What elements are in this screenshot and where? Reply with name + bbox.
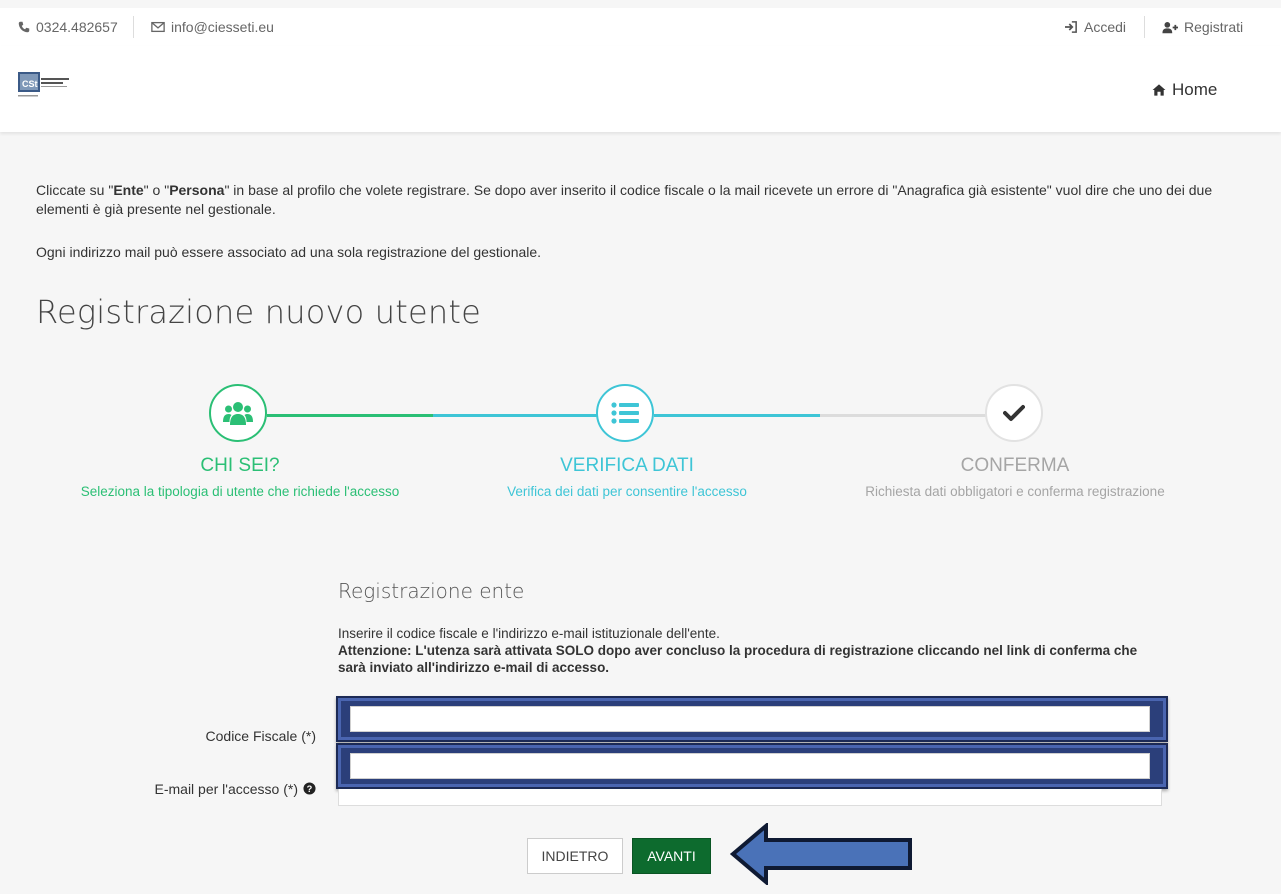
divider xyxy=(1144,16,1145,38)
step-1-subtitle: Seleziona la tipologia di utente che ric… xyxy=(80,484,400,499)
users-icon xyxy=(223,402,253,425)
step-chi-sei[interactable] xyxy=(209,384,267,442)
page-title: Registrazione nuovo utente xyxy=(36,293,482,331)
codice-fiscale-label: Codice Fiscale (*) xyxy=(205,728,316,744)
user-plus-icon xyxy=(1162,21,1178,33)
svg-text:CSt: CSt xyxy=(22,79,38,89)
step-1-title: CHI SEI? xyxy=(200,455,280,476)
form-title: Registrazione ente xyxy=(338,579,525,603)
email-address: info@ciesseti.eu xyxy=(171,19,274,35)
back-button[interactable]: INDIETRO xyxy=(527,838,623,874)
home-icon xyxy=(1152,84,1166,96)
codice-fiscale-field-frame xyxy=(336,696,1168,742)
step-3-subtitle: Richiesta dati obbligatori e conferma re… xyxy=(865,484,1165,499)
intro-paragraph: Cliccate su "Ente" o "Persona" in base a… xyxy=(36,181,1236,219)
envelope-icon xyxy=(151,21,165,33)
form-description: Inserire il codice fiscale e l'indirizzo… xyxy=(338,625,1138,676)
wizard-progress-line xyxy=(433,414,603,417)
wizard-progress-line xyxy=(267,414,437,417)
intro-text: Cliccate su " xyxy=(36,182,114,198)
svg-text:?: ? xyxy=(307,784,313,794)
step-2-subtitle: Verifica dei dati per consentire l'acces… xyxy=(507,484,747,499)
wizard-progress-line xyxy=(654,414,824,417)
site-header: CSt Home xyxy=(0,46,1281,132)
annotation-arrow-icon xyxy=(730,823,912,885)
check-icon xyxy=(1003,405,1025,421)
csit-logo[interactable]: CSt xyxy=(18,70,88,108)
step-3-title: CONFERMA xyxy=(960,455,1070,476)
home-nav-link[interactable]: Home xyxy=(1152,80,1217,100)
wizard-progress-line xyxy=(820,414,990,417)
email-label: E-mail per l'accesso (*) xyxy=(154,781,299,797)
email-field-frame xyxy=(336,743,1168,789)
list-icon xyxy=(611,402,639,424)
codice-fiscale-input[interactable] xyxy=(350,706,1150,732)
divider xyxy=(133,16,134,38)
sign-in-icon xyxy=(1065,21,1077,33)
step-2-title: VERIFICA DATI xyxy=(560,455,694,476)
phone-contact[interactable]: 0324.482657 xyxy=(18,19,118,35)
register-link[interactable]: Registrati xyxy=(1162,19,1243,35)
question-circle-icon[interactable]: ? xyxy=(303,782,316,795)
phone-icon xyxy=(18,21,30,33)
login-label: Accedi xyxy=(1084,19,1127,35)
register-label: Registrati xyxy=(1184,19,1244,35)
email-input-base xyxy=(338,789,1162,806)
intro-text: " o " xyxy=(143,182,170,198)
top-contact-bar: 0324.482657 info@ciesseti.eu Accedi Regi… xyxy=(0,8,1281,47)
email-contact[interactable]: info@ciesseti.eu xyxy=(151,19,274,35)
phone-number: 0324.482657 xyxy=(36,19,118,35)
form-warning: Attenzione: L'utenza sarà attivata SOLO … xyxy=(338,643,1138,675)
step-verifica-dati[interactable] xyxy=(596,384,654,442)
step-conferma[interactable] xyxy=(985,384,1043,442)
next-button[interactable]: AVANTI xyxy=(632,838,711,874)
email-input[interactable] xyxy=(350,753,1150,779)
intro-note: Ogni indirizzo mail può essere associato… xyxy=(36,244,542,260)
intro-ente-bold: Ente xyxy=(113,182,144,198)
home-label: Home xyxy=(1172,80,1218,99)
form-instructions: Inserire il codice fiscale e l'indirizzo… xyxy=(338,626,720,641)
intro-persona-bold: Persona xyxy=(169,182,225,198)
login-link[interactable]: Accedi xyxy=(1064,19,1126,35)
